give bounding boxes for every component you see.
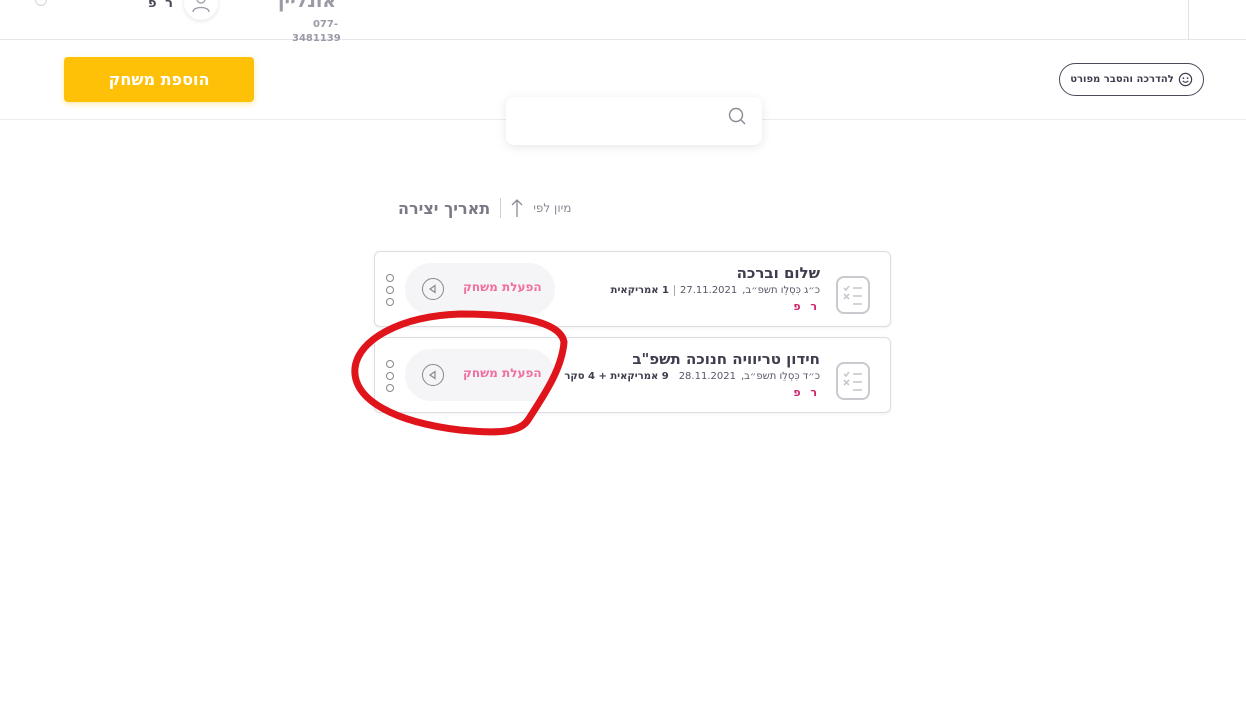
page: - ר פ אונליין 077-3481139 הוספת משחק להד…	[0, 0, 1246, 706]
start-game-button[interactable]: הפעלת משחק	[405, 263, 555, 315]
start-game-button[interactable]: הפעלת משחק	[405, 349, 555, 401]
play-icon	[422, 278, 444, 300]
game-meta: כ״ג כִּסְלֵו תשפ״ב, 27.11.2021 1 אמריקאי…	[611, 285, 820, 296]
hebrew-date: כ״ג כִּסְלֵו תשפ״ב,	[742, 285, 820, 296]
sort-value[interactable]: תאריך יצירה	[398, 199, 490, 218]
add-game-button[interactable]: הוספת משחק	[64, 57, 254, 102]
sort-divider	[500, 198, 502, 218]
search-box	[506, 97, 762, 145]
more-options-icon[interactable]	[385, 360, 395, 392]
guide-label: להדרכה והסבר מפורט	[1070, 74, 1174, 85]
hebrew-date: כ״ד כִּסְלֵו תשפ״ב,	[740, 371, 820, 382]
game-card[interactable]: שלום וברכה כ״ג כִּסְלֵו תשפ״ב, 27.11.202…	[374, 251, 891, 327]
quiz-list-icon	[836, 362, 870, 400]
user-icon	[192, 0, 210, 13]
user-initials: ר פ	[148, 0, 175, 11]
game-owner: ר פ	[793, 300, 820, 313]
game-title[interactable]: חידון טריוויה חנוכה תשפ"ב	[632, 350, 820, 368]
online-status: אונליין	[278, 0, 337, 12]
game-title[interactable]: שלום וברכה	[737, 264, 820, 282]
quiz-list-icon	[836, 276, 870, 314]
more-options-icon[interactable]	[385, 274, 395, 306]
user-avatar[interactable]	[184, 0, 218, 20]
game-date: 27.11.2021	[680, 285, 738, 296]
game-meta: כ״ד כִּסְלֵו תשפ״ב, 28.11.2021 9 אמריקאי…	[560, 371, 820, 382]
game-owner: ר פ	[793, 386, 820, 399]
sort-label: מיון לפי	[533, 201, 572, 215]
game-card[interactable]: חידון טריוויה חנוכה תשפ"ב כ״ד כִּסְלֵו ת…	[374, 337, 891, 413]
start-game-label: הפעלת משחק	[463, 366, 542, 380]
search-input[interactable]	[516, 107, 716, 135]
arrow-up-icon[interactable]	[511, 198, 523, 218]
start-game-label: הפעלת משחק	[463, 280, 542, 294]
sort-control[interactable]: מיון לפי תאריך יצירה	[398, 196, 571, 220]
guide-button[interactable]: להדרכה והסבר מפורט	[1059, 63, 1204, 96]
question-count: 1 אמריקאית	[610, 285, 670, 296]
smiley-icon	[1178, 72, 1192, 87]
meta-divider	[674, 285, 676, 296]
header-divider	[1188, 0, 1189, 40]
collapse-toggle[interactable]: -	[35, 0, 47, 6]
search-icon[interactable]	[726, 105, 748, 127]
top-header: - ר פ אונליין 077-3481139	[0, 0, 1246, 44]
play-icon	[422, 364, 444, 386]
question-count: 9 אמריקאית + 4 סקר + 1	[560, 371, 669, 382]
game-date: 28.11.2021	[678, 371, 736, 382]
